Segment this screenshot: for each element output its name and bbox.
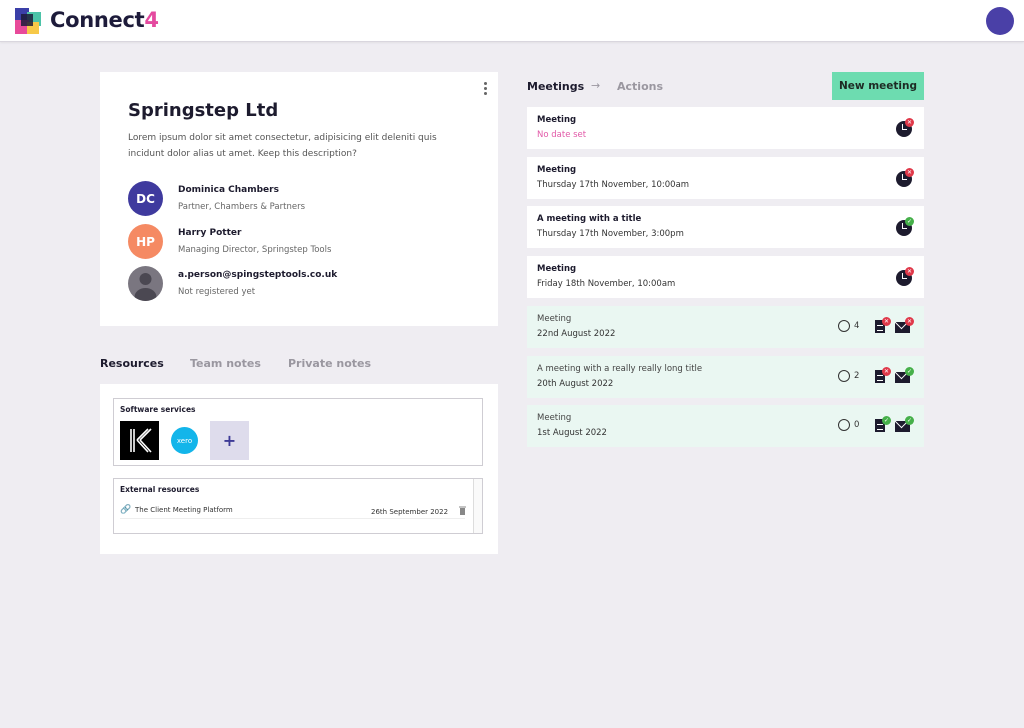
contact-item[interactable]: a.person@spingsteptools.co.uk Not regist…	[128, 266, 468, 302]
list-item[interactable]: 🔗 The Client Meeting Platform 26th Septe…	[120, 505, 466, 519]
resources-panel: Software services xero + External resour…	[100, 384, 498, 554]
action-circle-icon	[838, 419, 850, 431]
action-circle-icon	[838, 320, 850, 332]
contact-role: Partner, Chambers & Partners	[178, 202, 306, 212]
error-badge-icon: ✕	[905, 118, 914, 127]
tab-resources[interactable]: Resources	[100, 357, 164, 370]
trash-icon[interactable]	[459, 506, 466, 515]
meeting-date: Thursday 17th November, 10:00am	[537, 180, 690, 190]
check-badge-icon: ✓	[905, 217, 914, 226]
error-badge-icon: ✕	[882, 317, 891, 326]
contact-avatar: HP	[128, 224, 163, 259]
check-badge-icon: ✓	[905, 367, 914, 376]
tab-meetings[interactable]: Meetings	[527, 80, 584, 93]
external-resources-box: External resources 🔗 The Client Meeting …	[113, 478, 483, 534]
contact-name: Harry Potter	[178, 228, 242, 238]
software-services-box: Software services xero +	[113, 398, 483, 466]
resource-name[interactable]: The Client Meeting Platform	[135, 506, 233, 514]
error-badge-icon: ✕	[882, 367, 891, 376]
meeting-date: 20th August 2022	[537, 379, 614, 389]
action-count: 4	[854, 321, 860, 331]
person-placeholder-icon	[128, 266, 163, 301]
contact-item[interactable]: HP Harry Potter Managing Director, Sprin…	[128, 224, 468, 260]
meeting-title: A meeting with a really really long titl…	[537, 364, 703, 374]
user-avatar[interactable]	[986, 7, 1014, 35]
tab-private-notes[interactable]: Private notes	[288, 357, 371, 370]
contact-role: Managing Director, Springstep Tools	[178, 245, 332, 255]
company-card: Springstep Ltd Lorem ipsum dolor sit ame…	[100, 72, 498, 326]
top-bar: Connect4	[0, 0, 1024, 42]
error-badge-icon: ✕	[905, 317, 914, 326]
meeting-title: Meeting	[537, 165, 577, 175]
software-services-title: Software services	[120, 405, 196, 414]
meeting-date: 1st August 2022	[537, 428, 607, 438]
meeting-title: Meeting	[537, 413, 572, 423]
action-count: 0	[854, 420, 860, 430]
meeting-row[interactable]: A meeting with a really really long titl…	[527, 356, 924, 398]
arrow-right-icon: →	[591, 79, 601, 92]
company-description: Lorem ipsum dolor sit amet consectetur, …	[128, 133, 437, 159]
contact-role: Not registered yet	[178, 287, 256, 297]
service-logo-icon[interactable]	[120, 421, 159, 460]
contact-name: a.person@spingsteptools.co.uk	[178, 270, 338, 280]
contact-avatar: DC	[128, 181, 163, 216]
resource-date: 26th September 2022	[371, 508, 449, 516]
meeting-title: Meeting	[537, 314, 572, 324]
tab-team-notes[interactable]: Team notes	[190, 357, 261, 370]
link-icon: 🔗	[120, 505, 132, 515]
new-meeting-button[interactable]: New meeting	[832, 72, 924, 100]
add-service-button[interactable]: +	[210, 421, 249, 460]
meeting-date: Thursday 17th November, 3:00pm	[537, 229, 684, 239]
more-options-icon[interactable]	[482, 82, 488, 96]
meeting-row[interactable]: A meeting with a title Thursday 17th Nov…	[527, 206, 924, 248]
contact-name: Dominica Chambers	[178, 185, 279, 195]
brand-name: Connect4	[50, 8, 159, 32]
meeting-row[interactable]: Meeting Friday 18th November, 10:00am ✕	[527, 256, 924, 298]
external-resources-title: External resources	[120, 485, 200, 494]
error-badge-icon: ✕	[905, 267, 914, 276]
action-count: 2	[854, 371, 860, 381]
meeting-row[interactable]: Meeting 1st August 2022 0 ✓ ✓	[527, 405, 924, 447]
check-badge-icon: ✓	[905, 416, 914, 425]
meeting-row[interactable]: Meeting Thursday 17th November, 10:00am …	[527, 157, 924, 199]
meeting-row[interactable]: Meeting 22nd August 2022 4 ✕ ✕	[527, 306, 924, 348]
meeting-date: 22nd August 2022	[537, 329, 616, 339]
company-name: Springstep Ltd	[128, 100, 279, 121]
meeting-date: Friday 18th November, 10:00am	[537, 279, 676, 289]
tab-actions[interactable]: Actions	[617, 80, 663, 93]
xero-logo-icon[interactable]: xero	[171, 427, 198, 454]
meeting-title: Meeting	[537, 115, 577, 125]
contact-item[interactable]: DC Dominica Chambers Partner, Chambers &…	[128, 181, 468, 217]
scrollbar[interactable]	[473, 479, 482, 533]
meeting-row[interactable]: Meeting No date set ✕	[527, 107, 924, 149]
connect4-logo[interactable]	[13, 6, 43, 36]
meeting-title: A meeting with a title	[537, 214, 642, 224]
action-circle-icon	[838, 370, 850, 382]
error-badge-icon: ✕	[905, 168, 914, 177]
meeting-date: No date set	[537, 130, 587, 140]
check-badge-icon: ✓	[882, 416, 891, 425]
meeting-title: Meeting	[537, 264, 577, 274]
